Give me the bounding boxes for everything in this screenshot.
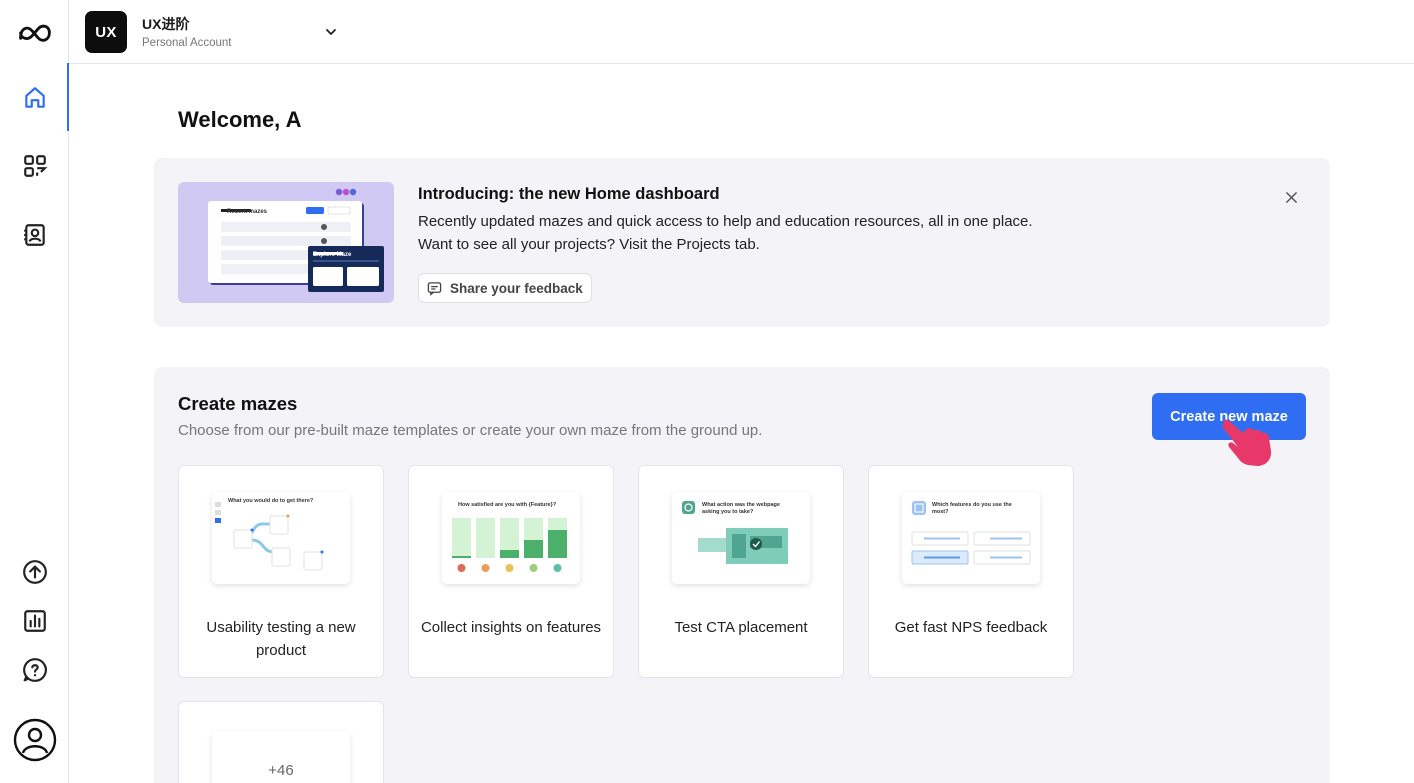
banner-illustration: Recent mazes Explore Maze	[178, 182, 394, 303]
template-thumbnail: What you would do to get there?	[212, 492, 350, 584]
page-title: Welcome, A	[178, 107, 302, 132]
template-thumbnail: How satisfied are you with {Feature}?	[442, 492, 580, 584]
sidebar-item-analytics[interactable]	[0, 598, 69, 644]
nps-options-graphic	[911, 501, 1031, 565]
template-label: Usability testing a new product	[206, 619, 356, 659]
app-root: UX UX进阶 Personal Account Welcome, A Rece…	[0, 0, 1414, 783]
upgrade-arrow-icon	[22, 560, 47, 584]
usability-flow-graphic	[215, 502, 324, 571]
pointer-hand-icon	[1222, 419, 1272, 466]
banner-art-panel-title: Recent mazes	[227, 209, 268, 215]
template-card-usability[interactable]: What you would do to get there? Usabilit…	[178, 465, 384, 678]
user-avatar-icon	[13, 718, 56, 762]
banner-close-button[interactable]	[1282, 188, 1300, 206]
projects-grid-icon	[23, 155, 47, 177]
sidebar	[0, 0, 69, 783]
topbar: UX UX进阶 Personal Account	[69, 0, 1414, 64]
create-mazes-section: Create mazes Choose from our pre-built m…	[154, 367, 1330, 783]
analytics-icon	[23, 610, 46, 632]
template-card-cta-placement[interactable]: What action was the webpage asking you t…	[638, 465, 844, 678]
share-feedback-button[interactable]: Share your feedback	[418, 273, 592, 303]
workspace-name[interactable]: UX进阶	[142, 14, 189, 34]
sidebar-item-contacts[interactable]	[0, 212, 69, 258]
chat-bubble-icon	[427, 281, 442, 296]
close-icon	[1285, 191, 1297, 203]
sidebar-item-help[interactable]	[0, 647, 69, 693]
share-feedback-label: Share your feedback	[450, 280, 583, 296]
home-icon	[24, 87, 45, 108]
more-templates-card[interactable]: +46	[178, 701, 384, 783]
banner-title: Introducing: the new Home dashboard	[418, 185, 720, 203]
template-card-feature-insights[interactable]: How satisfied are you with {Feature}? Co…	[408, 465, 614, 678]
maze-logo-icon[interactable]	[0, 9, 69, 55]
create-mazes-subtitle: Choose from our pre-built maze templates…	[178, 422, 763, 439]
workspace-account-type: Personal Account	[142, 37, 232, 49]
cta-placement-graphic	[682, 501, 788, 564]
create-mazes-title: Create mazes	[178, 393, 298, 414]
sidebar-item-home[interactable]	[0, 75, 69, 121]
template-thumbnail: What action was the webpage asking you t…	[672, 492, 810, 584]
template-card-nps-feedback[interactable]: Which features do you use the most? Get …	[868, 465, 1074, 678]
announcement-banner: Recent mazes Explore Maze Introducing: t…	[154, 158, 1330, 327]
satisfaction-bars-graphic	[452, 518, 567, 572]
template-label: Get fast NPS feedback	[894, 619, 1048, 636]
template-label: Test CTA placement	[674, 619, 808, 636]
workspace-switcher-button[interactable]	[321, 22, 341, 42]
banner-description: Recently updated mazes and quick access …	[418, 213, 1033, 230]
workspace-logo[interactable]: UX	[85, 11, 127, 53]
dashboard-preview-graphic	[208, 188, 384, 292]
banner-art-popup-title: Explore Maze	[313, 252, 352, 258]
more-templates-count: +46	[268, 762, 294, 779]
template-label: Collect insights on features	[420, 619, 602, 636]
sidebar-item-upgrade[interactable]	[0, 549, 69, 595]
sidebar-item-profile[interactable]	[0, 714, 69, 766]
sidebar-item-projects[interactable]	[0, 143, 69, 189]
help-icon	[22, 658, 47, 682]
chevron-down-icon	[326, 29, 336, 35]
banner-projects-hint: Want to see all your projects? Visit the…	[418, 236, 760, 253]
contacts-icon	[23, 224, 45, 246]
template-thumbnail: Which features do you use the most?	[902, 492, 1040, 584]
